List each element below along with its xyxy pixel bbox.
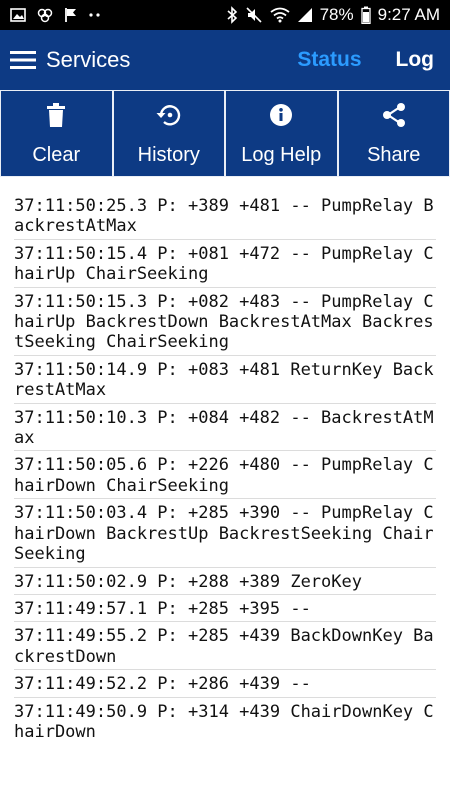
tab-log[interactable]: Log (396, 48, 434, 72)
action-toolbar: Clear History Log Help Share (0, 90, 450, 177)
clock: 9:27 AM (377, 5, 440, 24)
log-entry: 37:11:50:15.4 P: +081 +472 -- PumpRelay … (14, 240, 436, 288)
log-entry: 37:11:50:15.3 P: +082 +483 -- PumpRelay … (14, 288, 436, 356)
app-bar: Services Status Log (0, 30, 450, 90)
log-entry: 37:11:50:03.4 P: +285 +390 -- PumpRelay … (14, 499, 436, 568)
wifi-icon (270, 7, 290, 23)
log-entry: 37:11:50:25.3 P: +389 +481 -- PumpRelay … (14, 192, 436, 240)
bluetooth-icon (226, 6, 238, 24)
clear-button[interactable]: Clear (0, 90, 113, 177)
status-bar-notifications (10, 7, 226, 23)
history-button[interactable]: History (112, 90, 225, 177)
hamburger-menu-icon[interactable] (0, 30, 46, 90)
battery-icon (360, 6, 371, 24)
trash-icon (47, 100, 66, 130)
share-button-label: Share (367, 144, 421, 166)
log-entry: 37:11:50:10.3 P: +084 +482 -- BackrestAt… (14, 404, 436, 452)
flag-icon (64, 7, 78, 23)
tab-status[interactable]: Status (297, 48, 361, 72)
log-list[interactable]: 37:11:50:25.3 P: +389 +481 -- PumpRelay … (0, 177, 450, 800)
clover-icon (36, 7, 54, 23)
history-button-label: History (137, 144, 200, 166)
clear-button-label: Clear (32, 144, 81, 166)
app-title: Services (46, 47, 131, 72)
log-entry: 37:11:49:57.1 P: +285 +395 -- (14, 595, 436, 623)
battery-percent: 78% (319, 5, 354, 24)
status-bar: 78% 9:27 AM (0, 0, 450, 30)
log-entry: 37:11:50:02.9 P: +288 +389 ZeroKey (14, 568, 436, 595)
mute-icon (245, 6, 263, 24)
log-help-button-label: Log Help (241, 144, 322, 166)
history-icon (155, 100, 183, 130)
share-button[interactable]: Share (337, 90, 450, 177)
log-entry: 37:11:49:55.2 P: +285 +439 BackDownKey B… (14, 622, 436, 671)
info-icon (269, 100, 293, 130)
image-icon (10, 7, 26, 23)
status-bar-system: 78% 9:27 AM (226, 5, 440, 25)
more-dots-icon (88, 7, 102, 23)
signal-icon (297, 7, 313, 23)
share-icon (382, 100, 406, 130)
log-entry: 37:11:50:05.6 P: +226 +480 -- PumpRelay … (14, 451, 436, 500)
log-entry: 37:11:49:52.2 P: +286 +439 -- (14, 670, 436, 698)
log-entry: 37:11:50:14.9 P: +083 +481 ReturnKey Bac… (14, 356, 436, 404)
log-help-button[interactable]: Log Help (225, 90, 338, 177)
log-entry: 37:11:49:50.9 P: +314 +439 ChairDownKey … (14, 701, 434, 742)
